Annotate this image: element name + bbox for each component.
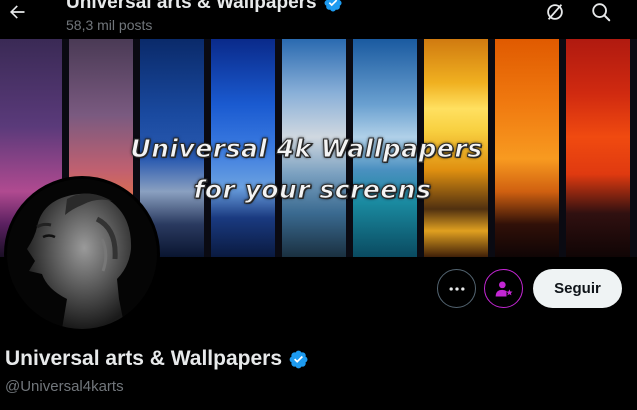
more-options-button[interactable] — [437, 269, 476, 308]
top-bar: Universal arts & Wallpapers 58,3 mil pos… — [0, 0, 637, 40]
back-button[interactable] — [4, 0, 30, 25]
post-count: 58,3 mil posts — [66, 17, 153, 33]
banner-text-line1: Universal 4k Wallpapers — [130, 134, 483, 164]
profile-name: Universal arts & Wallpapers — [5, 347, 282, 370]
verified-badge-icon — [289, 350, 308, 368]
search-icon — [592, 3, 611, 22]
follow-button[interactable]: Seguir — [533, 269, 622, 308]
statue-head-image — [7, 179, 157, 329]
circle-slash-icon — [547, 4, 563, 20]
more-dots-icon — [449, 286, 464, 291]
avatar[interactable] — [4, 176, 160, 332]
subscribe-button[interactable] — [484, 269, 523, 308]
search-button[interactable] — [588, 0, 614, 25]
subscribe-person-star-icon — [495, 281, 513, 296]
header-title: Universal arts & Wallpapers — [66, 0, 317, 13]
no-grok-button[interactable] — [542, 0, 568, 25]
header-title-group: Universal arts & Wallpapers — [66, 0, 343, 14]
back-arrow-icon — [10, 5, 25, 19]
profile-handle: @Universal4karts — [5, 378, 124, 395]
profile-name-group: Universal arts & Wallpapers — [5, 347, 309, 371]
verified-badge-icon — [324, 0, 342, 12]
